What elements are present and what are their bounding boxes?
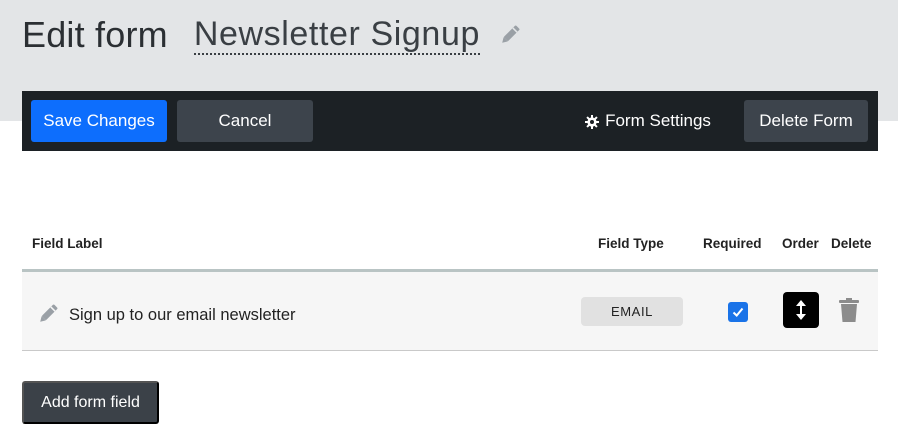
trash-icon[interactable] [839,298,859,322]
field-type-badge: EMAIL [581,297,683,326]
form-settings-button[interactable]: Form Settings [582,100,714,142]
pencil-icon[interactable] [498,23,522,47]
save-changes-button[interactable]: Save Changes [31,100,167,142]
table-row: Sign up to our email newsletter EMAIL [22,272,878,351]
checkmark-icon [732,307,744,317]
title-row: Edit form Newsletter Signup [22,10,522,60]
page-title: Edit form [22,14,168,55]
table-header: Field Label Field Type Required Order De… [22,226,878,272]
add-form-field-button[interactable]: Add form field [22,381,159,424]
delete-form-button[interactable]: Delete Form [744,100,868,142]
column-header-required: Required [703,236,762,251]
column-header-delete: Delete [831,236,872,251]
vertical-arrows-icon [796,300,806,320]
column-header-field-type: Field Type [598,236,664,251]
form-name-title[interactable]: Newsletter Signup [193,15,480,55]
required-checkbox[interactable] [728,302,748,322]
column-header-field-label: Field Label [32,236,103,251]
column-header-order: Order [782,236,819,251]
gear-icon [585,114,600,129]
reorder-handle[interactable] [783,292,819,328]
toolbar: Save Changes Cancel Form Settings Delete… [22,91,878,151]
pencil-icon[interactable] [36,302,60,326]
form-settings-label: Form Settings [605,111,711,130]
field-label-text[interactable]: Sign up to our email newsletter [69,306,296,325]
cancel-button[interactable]: Cancel [177,100,313,142]
